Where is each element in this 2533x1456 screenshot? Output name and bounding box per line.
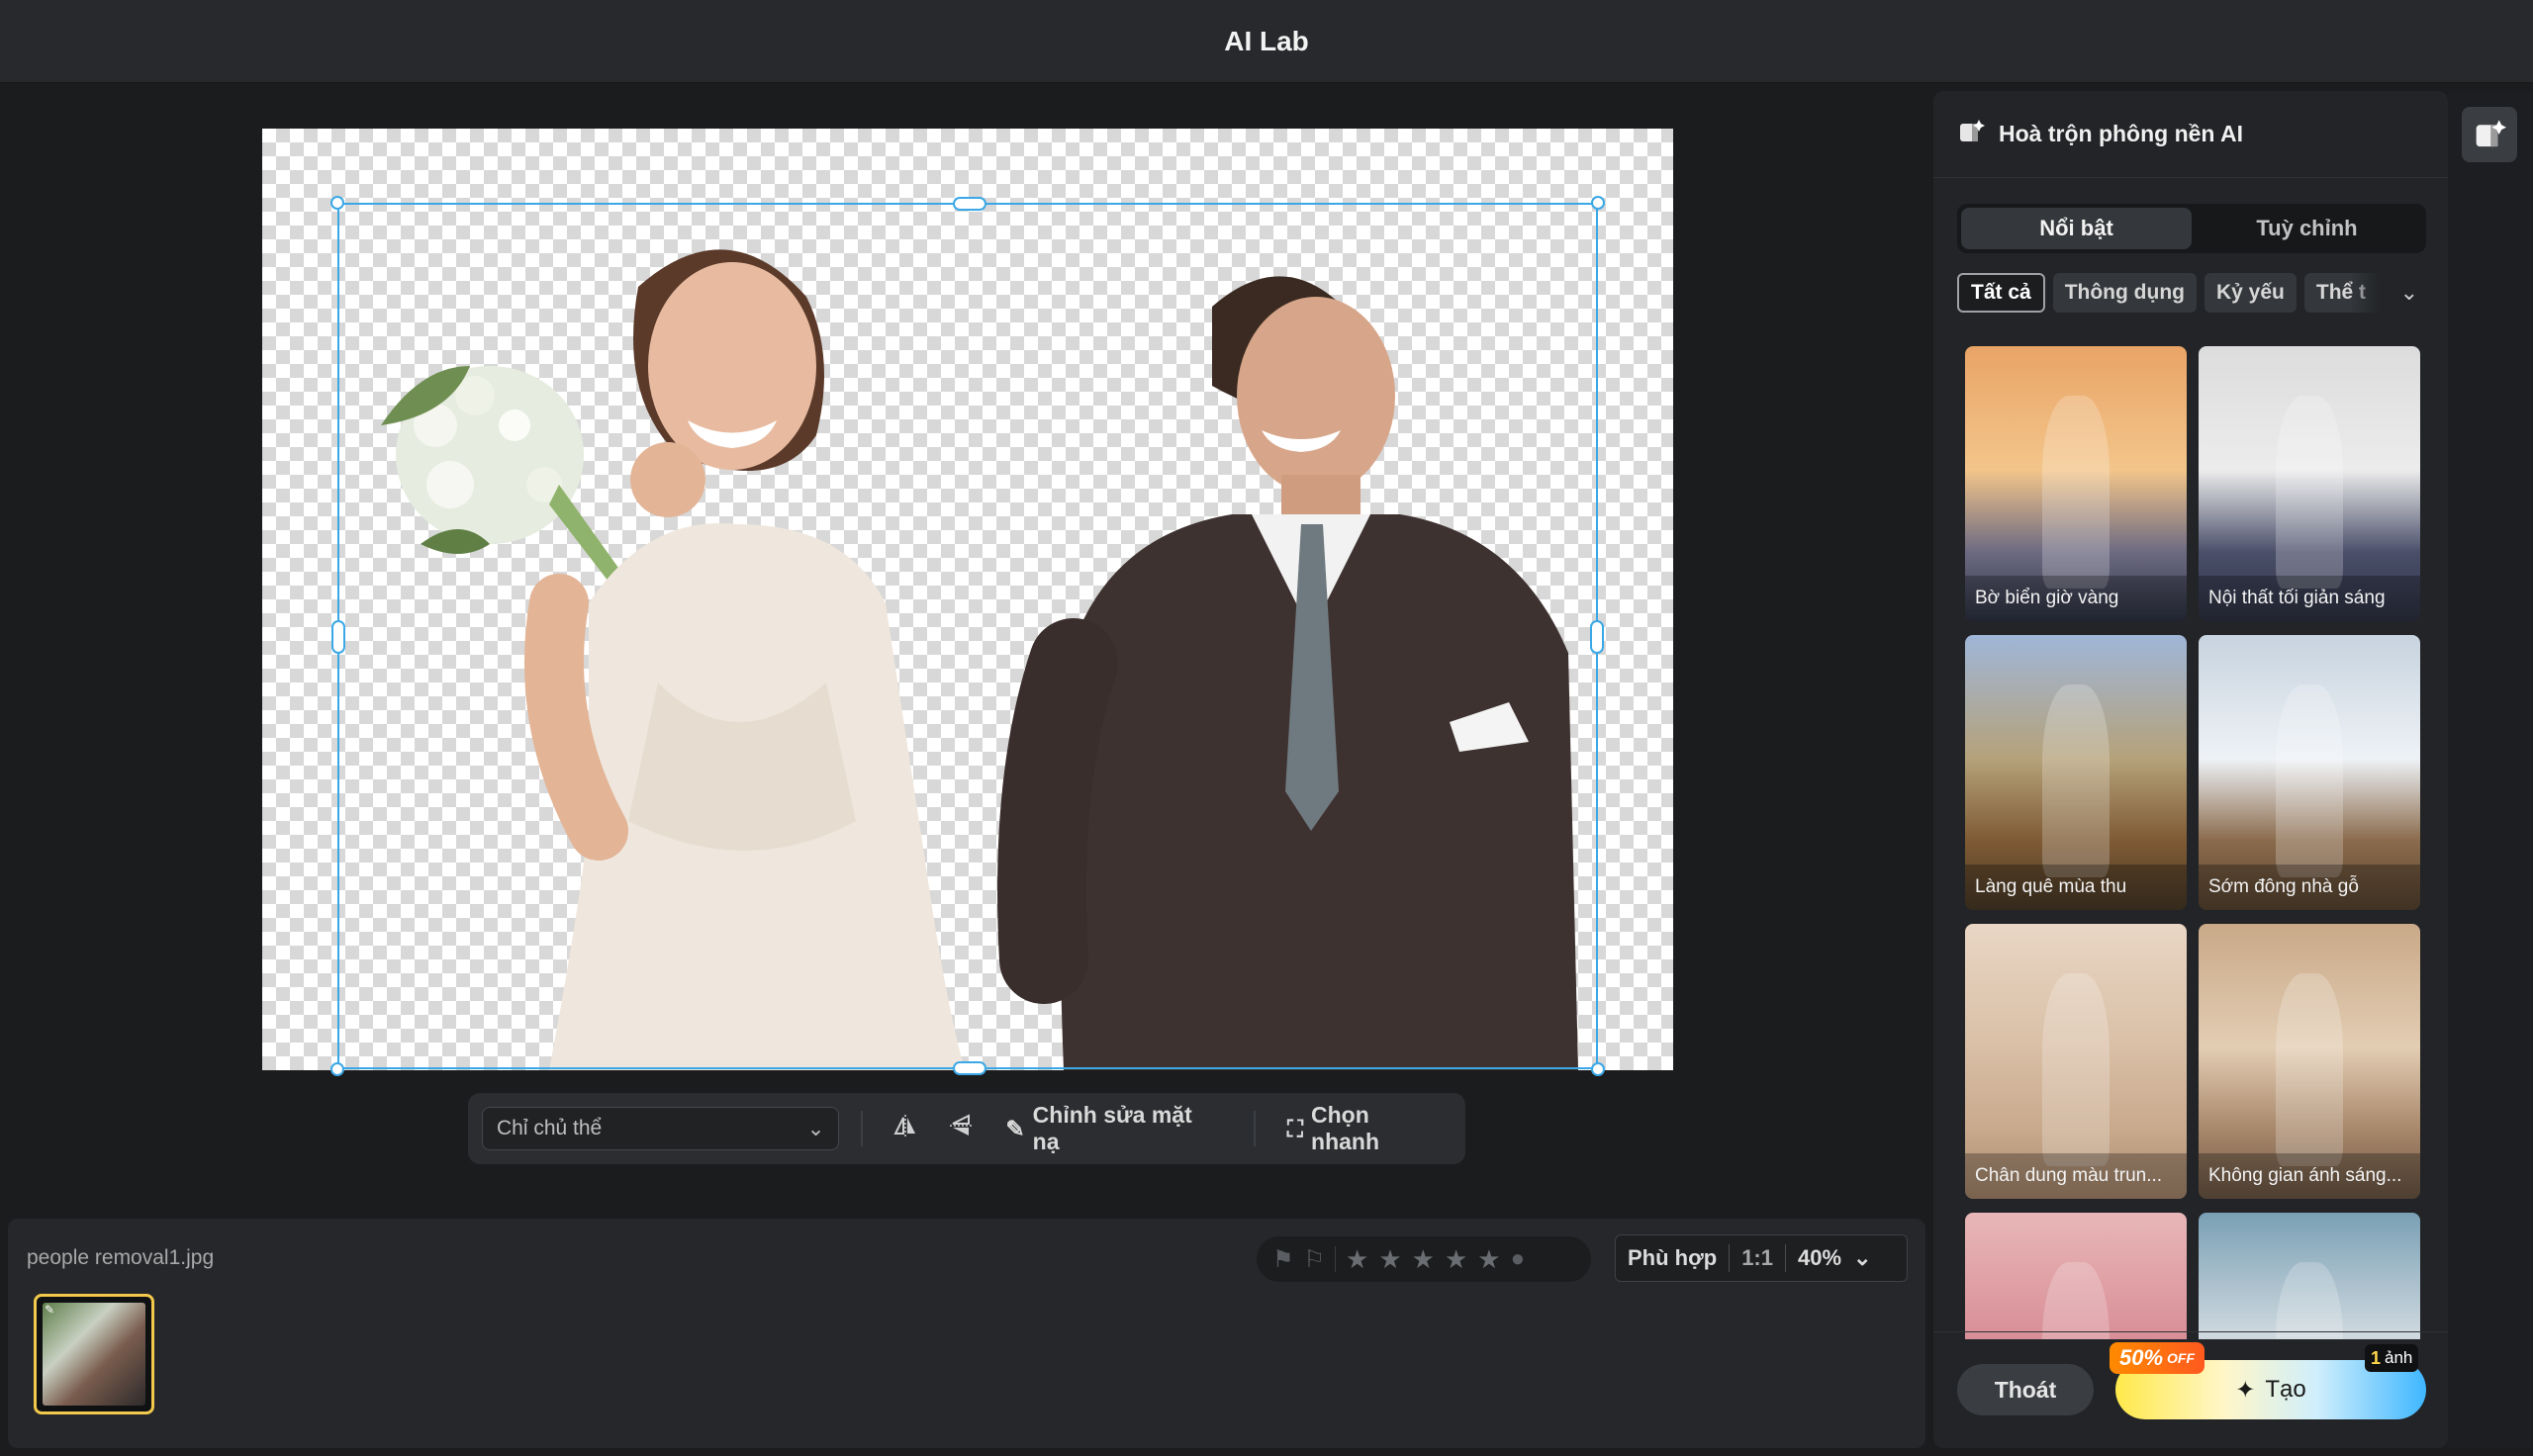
filmstrip: people removal1.jpg ✎ ⚑ ⚐ ★ ★ ★ ★ ★ ● Ph…	[8, 1219, 1925, 1448]
image-canvas[interactable]	[262, 129, 1673, 1070]
flip-vertical-icon[interactable]	[940, 1113, 982, 1145]
zoom-level-value: 40%	[1797, 1245, 1842, 1270]
preset-label: Bờ biển giờ vàng	[1965, 576, 2187, 621]
preset-card[interactable]: Không gian ánh sáng...	[2199, 924, 2420, 1199]
preset-card[interactable]: Chân dung màu trun...	[1965, 924, 2187, 1199]
preset-label: Không gian ánh sáng...	[2199, 1153, 2420, 1199]
preset-label: Sớm đông nhà gỗ	[2199, 864, 2420, 910]
chevron-down-icon: ⌄	[1853, 1245, 1872, 1270]
flag-reject-icon[interactable]: ⚐	[1304, 1245, 1326, 1274]
mode-select[interactable]: Chỉ chủ thể ⌄	[482, 1107, 840, 1150]
quick-select-icon: ⛶	[1286, 1115, 1304, 1141]
zoom-level-select[interactable]: 40% ⌄	[1786, 1235, 1883, 1281]
app-title: AI Lab	[1224, 25, 1309, 56]
preset-preview	[2042, 396, 2110, 589]
preset-grid: Bờ biển giờ vàng Nội thất tối giản sáng Là…	[1965, 346, 2420, 1339]
ai-background-panel: Hoà trộn phông nền AI Nổi bật Tuỳ chỉnh …	[1933, 91, 2448, 1448]
discount-suffix: OFF	[2167, 1350, 2196, 1366]
discount-badge: 50% OFF	[2110, 1342, 2205, 1374]
chevron-down-icon[interactable]: ⌄	[2400, 280, 2418, 306]
thumbnail-image: ✎	[43, 1303, 145, 1406]
canvas-toolbar: Chỉ chủ thể ⌄ ✎ Chỉnh sửa mặt nạ ⛶ Chọn …	[468, 1093, 1465, 1164]
panel-title: Hoà trộn phông nền AI	[1999, 121, 2244, 146]
preset-preview	[2042, 684, 2110, 877]
title-bar: AI Lab	[0, 0, 2533, 83]
zoom-1to1-button[interactable]: 1:1	[1730, 1235, 1785, 1281]
preset-card[interactable]: Làng quê mùa thu	[1965, 635, 2187, 910]
bride	[524, 249, 965, 1070]
preset-card[interactable]	[1965, 1213, 2187, 1339]
subject-cutout	[381, 249, 1578, 1070]
toolbar-divider	[1253, 1111, 1256, 1146]
create-label: Tạo	[2265, 1376, 2306, 1403]
preset-preview	[2042, 1262, 2110, 1339]
preset-label: Làng quê mùa thu	[1965, 864, 2187, 910]
preset-preview	[2042, 973, 2110, 1166]
preset-preview	[2276, 684, 2343, 877]
rating-bar: ⚑ ⚐ ★ ★ ★ ★ ★ ●	[1257, 1236, 1591, 1282]
credit-badge: 1 ảnh	[2365, 1344, 2419, 1372]
groom	[997, 276, 1578, 1070]
star-icon[interactable]: ★	[1445, 1244, 1467, 1275]
preset-preview	[2276, 1262, 2343, 1339]
chevron-down-icon: ⌄	[806, 1117, 825, 1140]
pencil-icon: ✎	[1005, 1115, 1025, 1141]
edit-mask-label: Chỉnh sửa mặt nạ	[1032, 1102, 1192, 1154]
preset-label: Chân dung màu trun...	[1965, 1153, 2187, 1199]
toolbar-divider	[861, 1111, 864, 1146]
ai-background-icon	[1957, 118, 1985, 151]
edit-mask-button[interactable]: ✎ Chỉnh sửa mặt nạ	[995, 1102, 1232, 1154]
file-name: people removal1.jpg	[27, 1246, 215, 1269]
sparkle-icon: ✦	[2235, 1376, 2256, 1404]
chip-all[interactable]: Tất cả	[1957, 273, 2045, 313]
preset-preview	[2276, 396, 2343, 589]
chip-sports[interactable]: Thể t	[2303, 273, 2382, 313]
star-icon[interactable]: ★	[1346, 1244, 1368, 1275]
color-label-icon[interactable]: ●	[1511, 1245, 1526, 1273]
credit-count: 1	[2371, 1347, 2382, 1368]
credit-unit: ảnh	[2385, 1348, 2413, 1367]
preset-label: Nội thất tối giản sáng	[2199, 576, 2420, 621]
image-thumbnail[interactable]: ✎	[34, 1294, 154, 1414]
preset-card[interactable]: Bờ biển giờ vàng	[1965, 346, 2187, 621]
mode-select-value: Chỉ chủ thể	[497, 1117, 603, 1139]
preset-preview	[2276, 973, 2343, 1166]
panel-header: Hoà trộn phông nền AI	[1933, 91, 2448, 178]
zoom-fit-button[interactable]: Phù hợp	[1616, 1235, 1729, 1281]
category-chips: Tất cả Thông dụng Kỷ yếu Thể t ⌄	[1957, 273, 2448, 313]
tab-custom[interactable]: Tuỳ chỉnh	[2192, 208, 2422, 249]
exit-button[interactable]: Thoát	[1957, 1364, 2094, 1415]
preset-card[interactable]: Sớm đông nhà gỗ	[2199, 635, 2420, 910]
star-icon[interactable]: ★	[1378, 1244, 1401, 1275]
zoom-control: Phù hợp 1:1 40% ⌄	[1615, 1234, 1908, 1282]
chip-common[interactable]: Thông dụng	[2052, 273, 2197, 313]
tab-featured[interactable]: Nổi bật	[1961, 208, 2192, 249]
flag-pick-icon[interactable]: ⚑	[1272, 1245, 1294, 1274]
discount-value: 50%	[2119, 1345, 2164, 1370]
panel-footer: Thoát ✦ Tạo 50% OFF 1 ảnh	[1933, 1331, 2448, 1448]
panel-tabs: Nổi bật Tuỳ chỉnh	[1957, 204, 2426, 253]
flip-horizontal-icon[interactable]	[885, 1113, 926, 1145]
star-icon[interactable]: ★	[1477, 1244, 1500, 1275]
editor-area: Chỉ chủ thể ⌄ ✎ Chỉnh sửa mặt nạ ⛶ Chọn …	[0, 83, 1931, 1219]
preset-card[interactable]: Nội thất tối giản sáng	[2199, 346, 2420, 621]
right-rail	[2448, 91, 2533, 1448]
chip-yearbook[interactable]: Kỷ yếu	[2205, 273, 2297, 313]
ai-background-tool-button[interactable]	[2462, 107, 2517, 162]
ai-background-icon	[2476, 120, 2506, 147]
edit-indicator-icon: ✎	[45, 1303, 55, 1317]
quick-select-label: Chọn nhanh	[1311, 1102, 1380, 1154]
preset-card[interactable]	[2199, 1213, 2420, 1339]
star-icon[interactable]: ★	[1412, 1244, 1435, 1275]
rating-divider	[1335, 1246, 1337, 1272]
quick-select-button[interactable]: ⛶ Chọn nhanh	[1277, 1102, 1452, 1154]
